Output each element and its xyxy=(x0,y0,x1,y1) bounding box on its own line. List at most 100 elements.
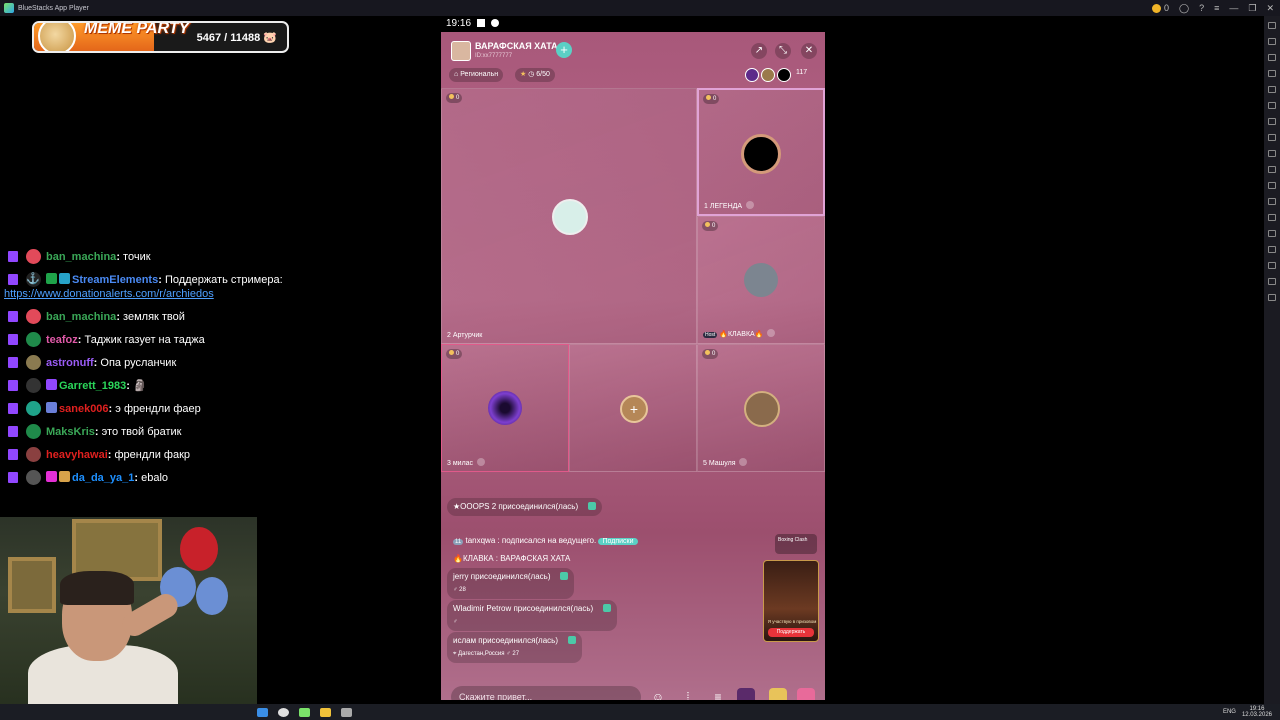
toolbar-button[interactable] xyxy=(1268,70,1276,77)
avatar xyxy=(26,332,41,347)
meme-party-progress: MEME PARTY 5467 / 11488 🐷 xyxy=(32,21,289,53)
wave-icon xyxy=(588,502,597,510)
toolbar-button[interactable] xyxy=(1268,182,1276,189)
toolbar-button[interactable] xyxy=(1268,262,1276,269)
mic-icon[interactable]: ⦙ xyxy=(679,688,697,700)
folder-icon[interactable] xyxy=(320,707,331,717)
toolbar-button[interactable] xyxy=(1268,38,1276,45)
window-title: BlueStacks App Player xyxy=(18,4,89,12)
chat-message: da_da_ya_1: ebalo xyxy=(4,470,304,485)
toolbar-button[interactable] xyxy=(1268,246,1276,253)
share-icon[interactable]: ↗ xyxy=(751,43,767,59)
clock[interactable]: 19:16 12.03.2026 xyxy=(1242,706,1272,718)
toolbar-button[interactable] xyxy=(1268,278,1276,285)
browser-icon[interactable] xyxy=(278,707,289,717)
online-count[interactable]: 117 xyxy=(796,69,807,76)
avatar xyxy=(744,263,778,297)
event-text: Я участвую в призовом xyxy=(767,619,817,624)
viewer-avatar[interactable] xyxy=(761,68,775,82)
seat-name: КЛАВКА xyxy=(727,331,755,338)
chat-text: Поддержать стримера: xyxy=(164,274,283,286)
game-icon[interactable] xyxy=(769,688,787,700)
chat-username: teafoz xyxy=(46,334,78,346)
taskbar-app-icon[interactable] xyxy=(341,707,352,717)
toolbar-button[interactable] xyxy=(1268,134,1276,141)
toolbar-button[interactable] xyxy=(1268,22,1276,29)
voice-room: ВАРАФСКАЯ ХАТА ID:xx7777777 + ↗ ⤡ ✕ ⌂ Ре… xyxy=(441,32,825,700)
menu-icon[interactable]: ≡ xyxy=(1214,3,1219,13)
viewer-avatar[interactable] xyxy=(745,68,759,82)
viewer-avatar[interactable] xyxy=(777,68,791,82)
account-icon[interactable]: ◯ xyxy=(1179,3,1189,14)
toolbar-button[interactable] xyxy=(1268,230,1276,237)
region-tag[interactable]: ⌂ Региональн xyxy=(449,68,504,82)
chat-username: astronuff xyxy=(46,357,94,369)
close-icon[interactable]: ✕ xyxy=(801,43,817,59)
seat-name: Машуля xyxy=(708,460,736,467)
event-widget[interactable]: Я участвую в призовом Поддержать xyxy=(763,560,819,642)
lang-indicator[interactable]: ENG xyxy=(1223,709,1236,715)
coins-display[interactable]: 0 xyxy=(1152,3,1169,14)
toolbar-button[interactable] xyxy=(1268,54,1276,61)
seat-counter[interactable]: ★ ◷ 6/50 xyxy=(515,68,555,82)
avatar xyxy=(26,355,41,370)
chat-message: ⚓ StreamElements: Поддержать стримера: htt… xyxy=(4,272,283,300)
taskbar-app-icon[interactable] xyxy=(257,707,268,717)
toolbar-button[interactable] xyxy=(1268,198,1276,205)
avatar xyxy=(26,447,41,462)
restore-button[interactable]: ❐ xyxy=(1248,3,1256,14)
bluestacks-logo-icon xyxy=(4,3,14,13)
progress-count: 5467 / 11488 🐷 xyxy=(196,32,277,44)
follow-button[interactable]: Подписки xyxy=(598,538,638,545)
room-avatar[interactable] xyxy=(451,41,471,61)
sub-badge-icon xyxy=(46,379,57,390)
menu-icon[interactable]: ≡ xyxy=(709,688,727,700)
toolbar-button[interactable] xyxy=(1268,214,1276,221)
avatar xyxy=(488,391,522,425)
chat-username: da_da_ya_1 xyxy=(72,472,135,484)
seat-5[interactable]: 0 5 Машуля xyxy=(697,344,825,472)
minimize-icon[interactable]: ⤡ xyxy=(775,43,791,59)
painting xyxy=(8,557,56,613)
heart-badge-icon xyxy=(46,471,57,482)
seat-2[interactable]: 0 2 Артурчик xyxy=(441,88,697,344)
twitch-icon xyxy=(8,274,18,285)
toolbar-button[interactable] xyxy=(1268,118,1276,125)
seat-host[interactable]: 0 Host 🔥КЛАВКА🔥 xyxy=(697,216,825,344)
follow-room-button[interactable]: + xyxy=(556,42,572,58)
room-message: Wladimir Petrow присоединился(лась) ♂ xyxy=(447,600,618,631)
twitch-icon xyxy=(8,426,18,437)
room-name[interactable]: ВАРАФСКАЯ ХАТА xyxy=(475,41,558,51)
streamer-hair xyxy=(60,571,134,605)
minimize-button[interactable]: — xyxy=(1229,3,1238,13)
support-button[interactable]: Поддержать xyxy=(768,628,814,637)
emoji-icon[interactable]: ☺ xyxy=(649,688,667,700)
chat-username: MaksKris xyxy=(46,426,95,438)
toolbar-button[interactable] xyxy=(1268,150,1276,157)
twitch-icon xyxy=(8,251,18,262)
gift-icon[interactable] xyxy=(797,688,815,700)
verified-badge-icon xyxy=(46,273,57,284)
chat-message: Garrett_1983: 🗿 xyxy=(4,378,304,393)
toolbar-button[interactable] xyxy=(1268,102,1276,109)
boxing-icon[interactable] xyxy=(737,688,755,700)
close-button[interactable]: ✕ xyxy=(1266,3,1274,14)
chat-username: Garrett_1983 xyxy=(59,380,127,392)
toolbar-button[interactable] xyxy=(1268,166,1276,173)
help-icon[interactable]: ? xyxy=(1199,3,1204,13)
bluestacks-taskbar-icon[interactable] xyxy=(299,707,310,717)
taskbar: ENG 19:16 12.03.2026 xyxy=(0,704,1280,720)
seat-4[interactable]: + xyxy=(569,344,697,472)
toolbar-button[interactable] xyxy=(1268,86,1276,93)
room-message: 11 tanxqwa : подписался на ведущего. Под… xyxy=(447,532,644,551)
toolbar-button[interactable] xyxy=(1268,294,1276,301)
seat-1[interactable]: 0 1 ЛЕГЕНДА xyxy=(697,88,825,216)
seat-3[interactable]: 0 3 милас xyxy=(441,344,569,472)
twitch-icon xyxy=(8,380,18,391)
donation-link[interactable]: https://www.donationalerts.com/r/archied… xyxy=(4,288,214,300)
message-input[interactable]: Скажите привет... xyxy=(451,686,641,700)
chat-message: sanek006: э френдли фаер xyxy=(4,401,304,416)
boxing-clash-badge[interactable]: Boxing Clash xyxy=(775,534,817,554)
avatar xyxy=(26,470,41,485)
chat-username: ban_machina xyxy=(46,251,117,263)
